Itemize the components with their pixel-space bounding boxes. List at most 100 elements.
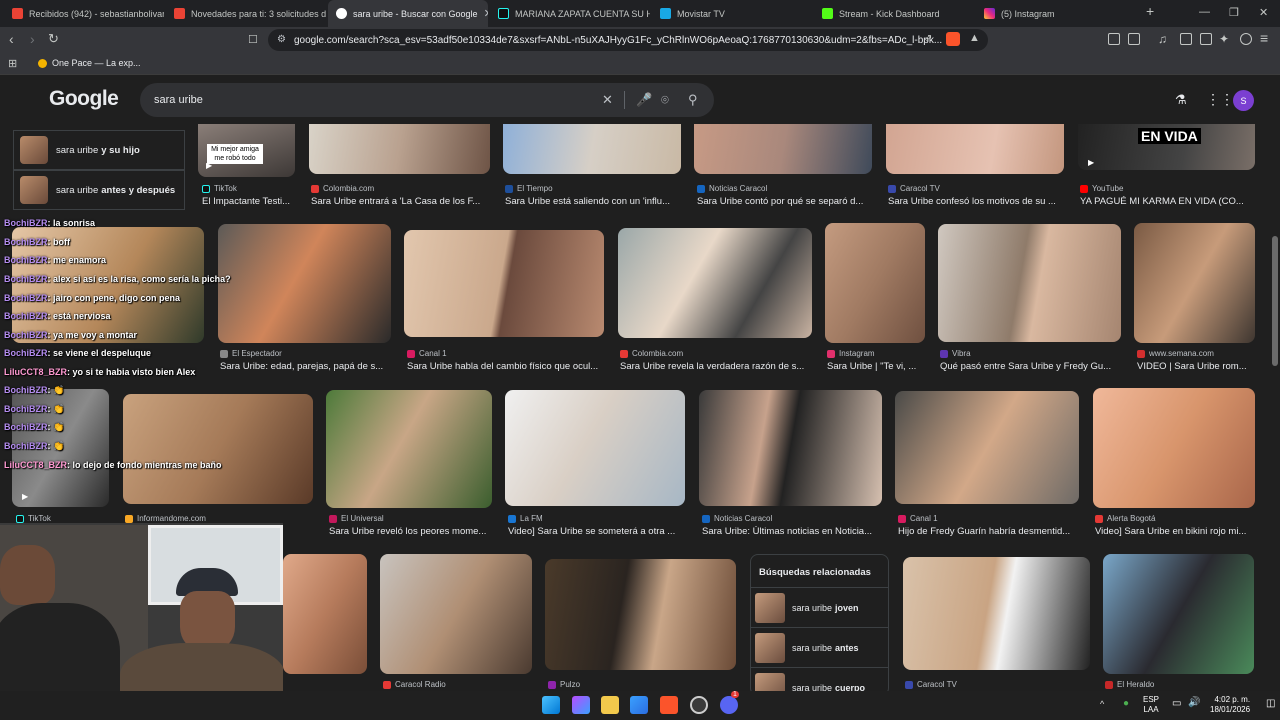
obs-icon[interactable]	[690, 696, 708, 714]
network-icon[interactable]: ▭	[1172, 698, 1181, 709]
new-tab-button[interactable]: +	[1146, 3, 1154, 19]
brave-browser-icon[interactable]	[660, 696, 678, 714]
lens-icon[interactable]: ⌾	[661, 92, 669, 108]
result-source[interactable]: El Universal	[329, 514, 494, 523]
wallet-icon[interactable]	[1200, 33, 1212, 45]
result-title[interactable]: YA PAGUÉ MI KARMA EN VIDA (CO...	[1080, 196, 1260, 207]
google-logo[interactable]: Google	[49, 87, 119, 111]
result-image[interactable]: Mi mejor amiga me robó todo ▶	[198, 124, 295, 177]
maximize-icon[interactable]: ❐	[1229, 6, 1239, 19]
minimize-icon[interactable]: —	[1199, 6, 1210, 18]
menu-icon[interactable]: ≡	[1260, 30, 1268, 46]
rewards-icon[interactable]: ▲	[969, 32, 980, 44]
tab-tiktok[interactable]: MARIANA ZAPATA CUENTA SU HISTO	[490, 0, 650, 27]
back-icon[interactable]: ‹	[9, 31, 14, 47]
result-image[interactable]	[618, 228, 812, 338]
result-title[interactable]: Hijo de Fredy Guarín habría desmentid...	[898, 526, 1078, 537]
result-source[interactable]: Colombia.com	[620, 349, 812, 358]
result-source[interactable]: Noticias Caracol	[702, 514, 882, 523]
result-source[interactable]: El Tiempo	[505, 184, 685, 193]
apps-grid-icon[interactable]: ⊞	[8, 57, 17, 70]
tab-gmail-2[interactable]: Novedades para ti: 3 solicitudes de a	[166, 0, 326, 27]
site-info-icon[interactable]: ⚙	[277, 34, 286, 45]
result-image[interactable]	[545, 559, 736, 670]
screenshot-icon[interactable]	[1128, 33, 1140, 45]
scrollbar[interactable]	[1270, 76, 1280, 691]
result-source[interactable]: Canal 1	[898, 514, 1078, 523]
share-icon[interactable]: ⇗	[924, 33, 932, 44]
tab-instagram[interactable]: (5) Instagram	[976, 0, 1136, 27]
result-title[interactable]: Sara Uribe está saliendo con un 'influ..…	[505, 196, 685, 207]
notifications-icon[interactable]: ◫	[1266, 698, 1275, 709]
result-source[interactable]: Colombia.com	[311, 184, 491, 193]
volume-icon[interactable]: 🔊	[1188, 697, 1200, 708]
tab-gmail[interactable]: Recibidos (942) - sebastianbolivar90	[4, 0, 164, 27]
sidebar-icon[interactable]	[1180, 33, 1192, 45]
vpn-icon[interactable]	[1240, 33, 1252, 45]
close-window-icon[interactable]: ✕	[1259, 6, 1268, 19]
reload-icon[interactable]: ↻	[48, 31, 59, 47]
result-image[interactable]	[503, 124, 681, 174]
microphone-icon[interactable]: 🎤	[636, 92, 652, 108]
leo-ai-icon[interactable]: ✦	[1219, 32, 1229, 46]
close-icon[interactable]: ✕	[478, 7, 488, 20]
result-source[interactable]: Noticias Caracol	[697, 184, 877, 193]
music-icon[interactable]: ♫	[1158, 32, 1167, 46]
result-image[interactable]	[1134, 223, 1255, 343]
result-image[interactable]	[309, 124, 490, 174]
result-image[interactable]	[505, 390, 685, 506]
result-title[interactable]: Qué pasó entre Sara Uribe y Fredy Gu...	[940, 361, 1120, 372]
language-indicator[interactable]: ESP LAA	[1143, 695, 1159, 715]
result-source[interactable]: YouTube	[1080, 184, 1260, 193]
result-image[interactable]	[895, 391, 1079, 504]
result-image[interactable]: EN VIDA ▶	[1078, 124, 1255, 170]
windows-start-icon[interactable]	[542, 696, 560, 714]
result-source[interactable]: TikTok	[16, 514, 111, 523]
forward-icon[interactable]: ›	[30, 31, 35, 47]
search-input[interactable]: sara uribe ✕ 🎤 ⌾ ⚲	[140, 83, 714, 117]
result-title[interactable]: VIDEO | Sara Uribe rom...	[1137, 361, 1257, 372]
result-title[interactable]: Sara Uribe: Últimas noticias en Noticia.…	[702, 526, 882, 537]
extensions-icon[interactable]	[1108, 33, 1120, 45]
tray-app-icon[interactable]: ●	[1123, 698, 1129, 709]
result-image[interactable]	[699, 390, 882, 506]
store-icon[interactable]	[630, 696, 648, 714]
result-source[interactable]: La FM	[508, 514, 688, 523]
result-title[interactable]: Video] Sara Uribe en bikini rojo mi...	[1095, 526, 1255, 537]
result-image[interactable]	[903, 557, 1090, 670]
tab-google-search[interactable]: sara uribe - Buscar con Google✕	[328, 0, 488, 27]
discord-icon[interactable]: 1	[720, 691, 739, 714]
address-bar[interactable]: ⚙ google.com/search?sca_esv=53adf50e1033…	[268, 29, 988, 51]
result-source[interactable]: Pulzo	[548, 680, 698, 689]
result-image[interactable]	[1093, 388, 1255, 508]
result-image[interactable]	[825, 223, 925, 343]
result-source[interactable]: Caracol TV	[888, 184, 1068, 193]
tab-movistar[interactable]: Movistar TV	[652, 0, 812, 27]
google-apps-icon[interactable]: ⋮⋮	[1206, 91, 1234, 108]
result-source[interactable]: Canal 1	[407, 349, 607, 358]
bookmark-icon[interactable]: ☐	[248, 33, 258, 46]
result-title[interactable]: Sara Uribe entrará a 'La Casa de los F..…	[311, 196, 491, 207]
result-source[interactable]: Informandome.com	[125, 514, 315, 523]
result-title[interactable]: Sara Uribe confesó los motivos de su ...	[888, 196, 1068, 207]
result-title[interactable]: Sara Uribe habla del cambio físico que o…	[407, 361, 607, 372]
result-title[interactable]: El Impactante Testi...	[202, 196, 297, 207]
result-source[interactable]: El Heraldo	[1105, 680, 1255, 689]
search-icon[interactable]: ⚲	[688, 92, 698, 108]
file-explorer-icon[interactable]	[601, 696, 619, 714]
result-image[interactable]	[886, 124, 1064, 174]
labs-flask-icon[interactable]: ⚗	[1175, 92, 1187, 108]
result-image[interactable]	[938, 224, 1121, 342]
result-source[interactable]: Caracol TV	[905, 680, 1055, 689]
result-title[interactable]: Sara Uribe | "Te vi, ...	[827, 361, 924, 372]
result-image[interactable]	[283, 554, 367, 674]
avatar[interactable]: S	[1233, 90, 1254, 111]
result-image[interactable]	[694, 124, 872, 174]
result-source[interactable]: Instagram	[827, 349, 927, 358]
related-item[interactable]: sara uribe joven	[751, 587, 888, 627]
result-title[interactable]: Sara Uribe reveló los peores mome...	[329, 526, 494, 537]
bookmark-one-pace[interactable]: One Pace — La exp...	[38, 58, 141, 68]
result-title[interactable]: Sara Uribe contó por qué se separó d...	[697, 196, 877, 207]
result-source[interactable]: Alerta Bogotá	[1095, 514, 1255, 523]
result-title[interactable]: Video] Sara Uribe se someterá a otra ...	[508, 526, 688, 537]
